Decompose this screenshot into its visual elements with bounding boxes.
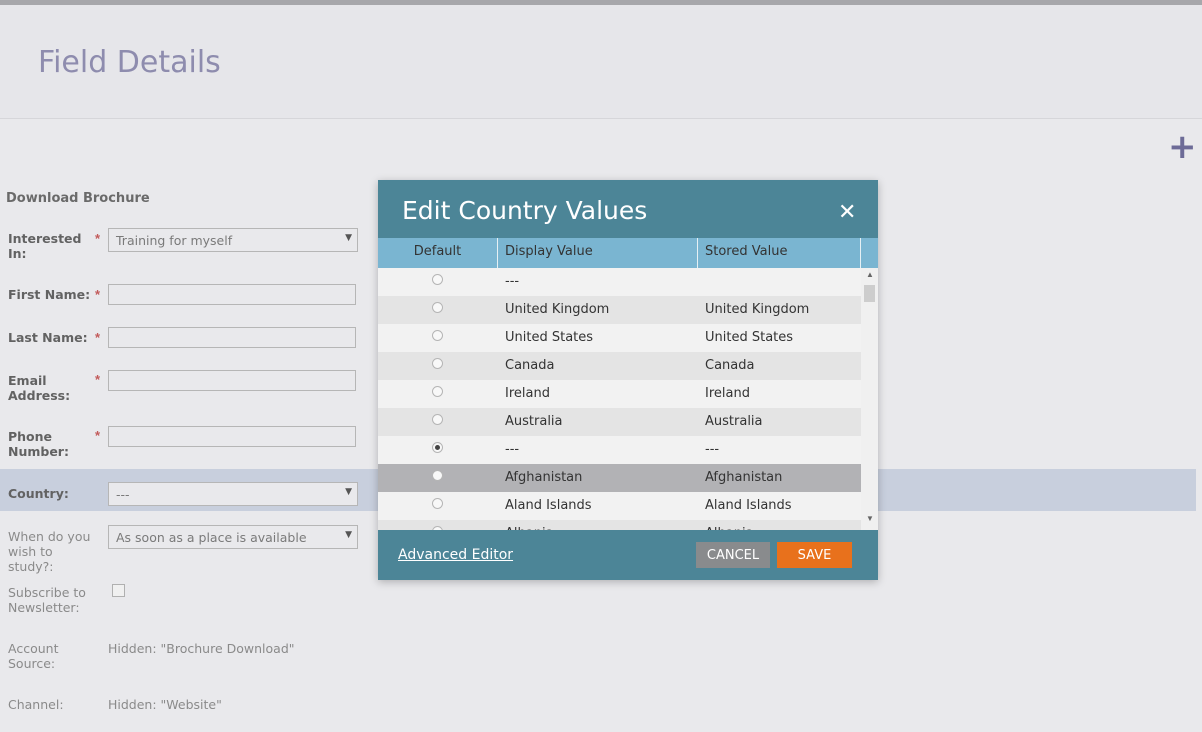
table-row[interactable]: Ireland Ireland [378,380,861,408]
required-marker: * [95,372,101,387]
stored-value-cell[interactable]: Albania [705,526,754,530]
table-row[interactable]: United Kingdom United Kingdom [378,296,861,324]
default-radio[interactable] [432,498,443,509]
page-title: Field Details [38,45,221,80]
display-value-cell[interactable]: Ireland [505,386,550,401]
page-header: Field Details [0,5,1202,119]
newsletter-label: Subscribe to Newsletter: [8,585,86,615]
table-row[interactable]: Canada Canada [378,352,861,380]
table-row[interactable]: Australia Australia [378,408,861,436]
phone-label: Phone Number: [8,429,69,459]
required-marker: * [95,428,101,443]
study-select[interactable]: As soon as a place is available ▼ [108,525,358,549]
column-header-display-value: Display Value [498,238,698,268]
display-value-cell[interactable]: United Kingdom [505,302,609,317]
default-radio[interactable] [432,274,443,285]
close-icon[interactable]: ✕ [838,200,856,225]
cancel-button[interactable]: CANCEL [696,542,770,568]
stored-value-cell[interactable]: United Kingdom [705,302,809,317]
study-label: When do you wish to study?: [8,529,91,574]
save-button[interactable]: SAVE [777,542,852,568]
display-value-cell[interactable]: --- [505,442,519,457]
default-radio[interactable] [432,526,443,530]
stored-value-cell[interactable]: Ireland [705,386,750,401]
phone-field[interactable] [108,426,356,447]
values-table: --- United Kingdom United Kingdom United St… [378,268,878,530]
column-header-stored-value: Stored Value [698,238,861,268]
display-value-cell[interactable]: Canada [505,358,554,373]
country-select[interactable]: --- ▼ [108,482,358,506]
channel-value: Hidden: "Website" [108,697,222,712]
table-row[interactable]: United States United States [378,324,861,352]
edit-country-values-dialog: Edit Country Values ✕ Default Display Va… [378,180,878,580]
required-marker: * [95,231,101,246]
country-value: --- [116,487,130,502]
dropdown-arrow-icon: ▼ [345,530,352,540]
required-marker: * [95,287,101,302]
newsletter-checkbox[interactable] [112,584,125,597]
account-source-value: Hidden: "Brochure Download" [108,641,295,656]
account-source-label: Account Source: [8,641,59,671]
stored-value-cell[interactable]: Afghanistan [705,470,782,485]
scrollbar-thumb[interactable] [864,285,875,302]
country-label: Country: [8,486,69,501]
values-list: --- United Kingdom United Kingdom United St… [378,268,861,530]
email-label: Email Address: [8,373,71,403]
form-title: Download Brochure [6,191,150,206]
dropdown-arrow-icon: ▼ [345,233,352,243]
email-field[interactable] [108,370,356,391]
first-name-field[interactable] [108,284,356,305]
display-value-cell[interactable]: --- [505,274,519,289]
stored-value-cell[interactable]: --- [705,442,719,457]
stored-value-cell[interactable]: Australia [705,414,763,429]
stored-value-cell[interactable]: Aland Islands [705,498,792,513]
display-value-cell[interactable]: Albania [505,526,554,530]
display-value-cell[interactable]: Aland Islands [505,498,592,513]
interested-select[interactable]: Training for myself ▼ [108,228,358,252]
stored-value-cell[interactable]: Canada [705,358,754,373]
advanced-editor-link[interactable]: Advanced Editor [398,547,513,563]
scrollbar[interactable]: ▲ ▼ [861,268,878,530]
table-header: Default Display Value Stored Value [378,238,878,268]
default-radio[interactable] [432,330,443,341]
interested-label: Interested In: [8,231,82,261]
column-header-default: Default [378,238,498,268]
channel-label: Channel: [8,697,64,712]
table-row[interactable]: Aland Islands Aland Islands [378,492,861,520]
default-radio[interactable] [432,302,443,313]
dialog-title: Edit Country Values [402,196,648,225]
table-row[interactable]: --- --- [378,436,861,464]
default-radio[interactable] [432,358,443,369]
table-row[interactable]: Afghanistan Afghanistan [378,464,861,492]
default-radio[interactable] [432,414,443,425]
display-value-cell[interactable]: United States [505,330,593,345]
scroll-up-icon[interactable]: ▲ [866,270,874,279]
display-value-cell[interactable]: Afghanistan [505,470,582,485]
first-name-label: First Name: [8,287,91,302]
table-row[interactable]: --- [378,268,861,296]
scroll-down-icon[interactable]: ▼ [866,514,874,523]
default-radio[interactable] [432,470,443,481]
study-value: As soon as a place is available [116,530,307,545]
dropdown-arrow-icon: ▼ [345,487,352,497]
display-value-cell[interactable]: Australia [505,414,563,429]
required-marker: * [95,330,101,345]
last-name-field[interactable] [108,327,356,348]
plus-icon[interactable]: + [1168,130,1197,164]
last-name-label: Last Name: [8,330,88,345]
interested-value: Training for myself [116,233,233,248]
stored-value-cell[interactable]: United States [705,330,793,345]
table-row[interactable]: Albania Albania [378,520,861,530]
default-radio[interactable] [432,442,443,453]
default-radio[interactable] [432,386,443,397]
